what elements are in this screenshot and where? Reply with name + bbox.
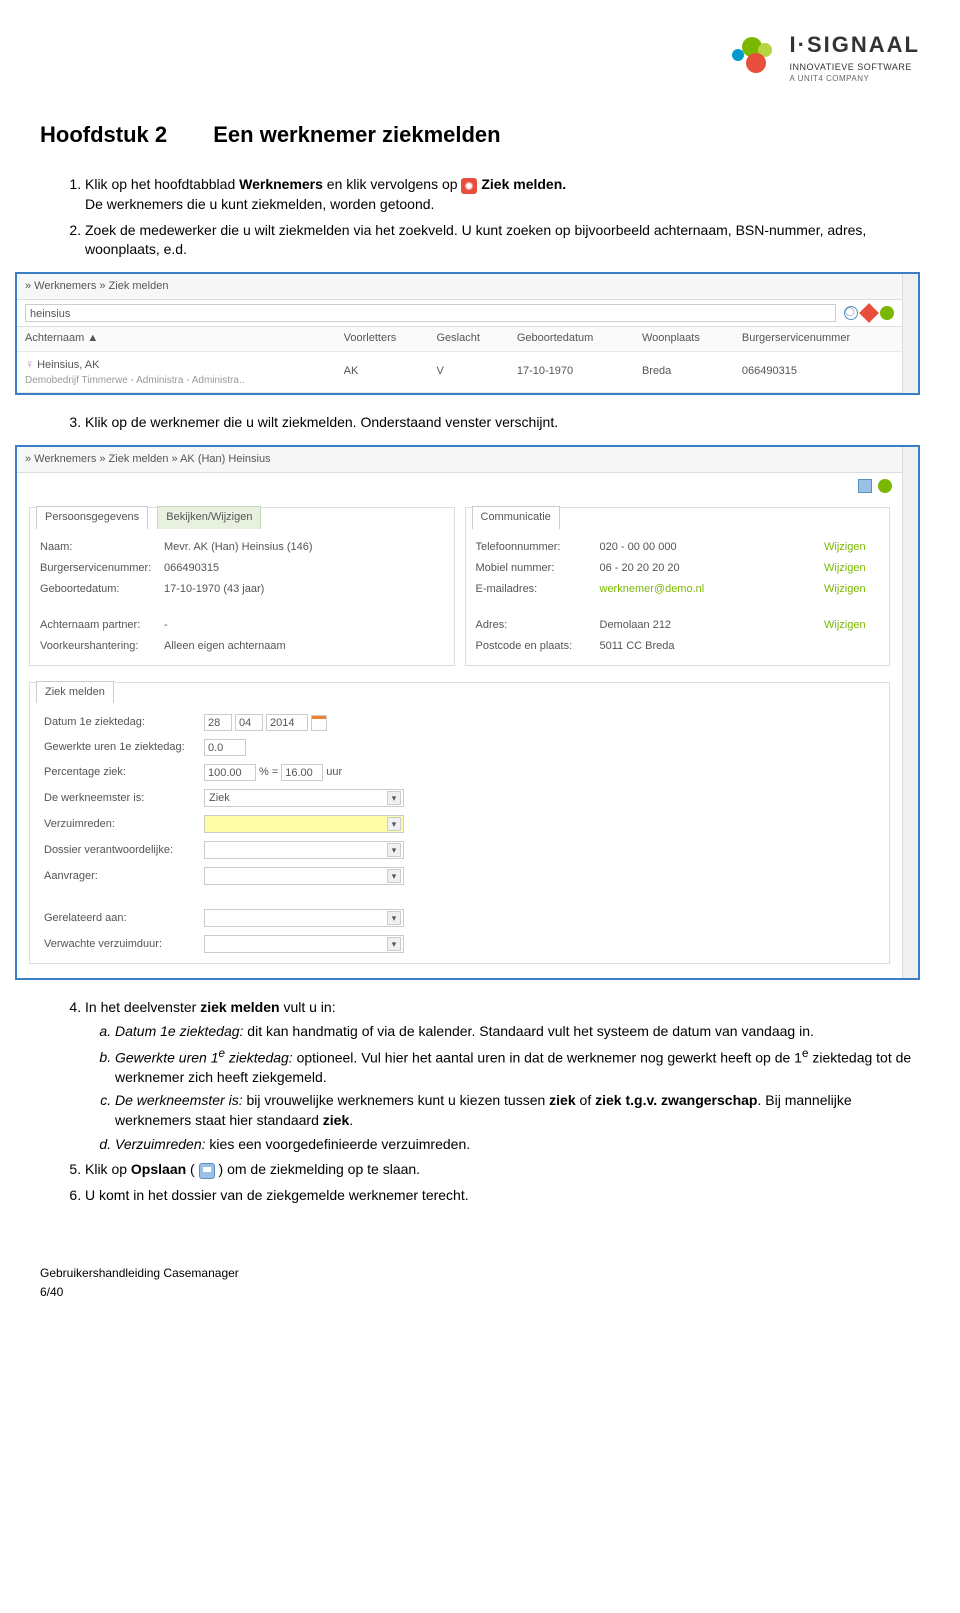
wijzigen-link[interactable]: Wijzigen <box>824 561 879 576</box>
step-6: U komt in het dossier van de ziekgemelde… <box>85 1186 920 1206</box>
chevron-down-icon: ▾ <box>387 817 401 831</box>
wijzigen-link[interactable]: Wijzigen <box>824 618 879 633</box>
screenshot-search-result: » Werknemers » Ziek melden heinsius Acht… <box>15 272 920 396</box>
day-input[interactable]: 28 <box>204 714 232 731</box>
instruction-list-cont: Klik op de werknemer die u wilt ziekmeld… <box>40 413 920 433</box>
breadcrumb: » Werknemers » Ziek melden <box>17 274 902 300</box>
save-icon[interactable] <box>858 479 872 493</box>
panel-persoonsgegevens: Persoonsgegevens Bekijken/Wijzigen Naam:… <box>29 507 455 665</box>
wijzigen-link[interactable]: Wijzigen <box>824 540 879 555</box>
step-4: In het deelvenster ziek melden vult u in… <box>85 998 920 1154</box>
hours-input[interactable]: 0.0 <box>204 739 246 756</box>
refresh-icon[interactable] <box>880 306 894 320</box>
chevron-down-icon: ▾ <box>387 911 401 925</box>
hours-calc: 16.00 <box>281 764 323 781</box>
step-5: Klik op Opslaan ( ) om de ziekmelding op… <box>85 1160 920 1180</box>
aanvrager-select[interactable]: ▾ <box>204 867 404 885</box>
scrollbar[interactable] <box>902 274 918 394</box>
col-woonplaats[interactable]: Woonplaats <box>634 327 734 351</box>
step-4a: Datum 1e ziektedag: dit kan handmatig of… <box>115 1022 920 1042</box>
logo-subtitle2: A UNIT4 COMPANY <box>790 73 920 84</box>
search-icon[interactable] <box>844 306 858 320</box>
breadcrumb: » Werknemers » Ziek melden » AK (Han) He… <box>17 447 902 473</box>
step-3: Klik op de werknemer die u wilt ziekmeld… <box>85 413 920 433</box>
footer: Gebruikershandleiding Casemanager 6/40 <box>40 1265 920 1301</box>
col-geslacht[interactable]: Geslacht <box>428 327 508 351</box>
tab-ziek-melden[interactable]: Ziek melden <box>36 681 114 703</box>
refresh-icon[interactable] <box>878 479 892 493</box>
page-title: Hoofdstuk 2 Een werknemer ziekmelden <box>40 120 920 151</box>
logo-mark-icon <box>732 37 782 77</box>
title-text: Een werknemer ziekmelden <box>213 122 500 147</box>
logo-text: I·SIGNAAL <box>790 30 920 61</box>
logo: I·SIGNAAL INNOVATIEVE SOFTWARE A UNIT4 C… <box>732 30 920 85</box>
col-achternaam[interactable]: Achternaam ▲ <box>17 327 336 351</box>
chevron-down-icon: ▾ <box>387 869 401 883</box>
col-geboortedatum[interactable]: Geboortedatum <box>509 327 634 351</box>
percent-input[interactable]: 100.00 <box>204 764 256 781</box>
dossier-select[interactable]: ▾ <box>204 841 404 859</box>
person-icon: ♀ <box>25 357 34 371</box>
calendar-icon[interactable] <box>311 715 327 731</box>
search-input[interactable]: heinsius <box>25 304 836 322</box>
step-2: Zoek de medewerker die u wilt ziekmelden… <box>85 221 920 260</box>
tab-communicatie[interactable]: Communicatie <box>472 506 560 528</box>
logo-subtitle: INNOVATIEVE SOFTWARE <box>790 61 920 74</box>
step-1: Klik op het hoofdtabblad Werknemers en k… <box>85 175 920 214</box>
verzuimreden-select[interactable]: ▾ <box>204 815 404 833</box>
scrollbar[interactable] <box>902 447 918 979</box>
gerelateerd-select[interactable]: ▾ <box>204 909 404 927</box>
chevron-down-icon: ▾ <box>387 843 401 857</box>
step-4b: Gewerkte uren 1e ziektedag: optioneel. V… <box>115 1046 920 1088</box>
page-number: 6/40 <box>40 1284 920 1301</box>
gem-icon[interactable] <box>859 303 879 323</box>
chevron-down-icon: ▾ <box>387 791 401 805</box>
year-input[interactable]: 2014 <box>266 714 308 731</box>
col-bsn[interactable]: Burgerservicenummer <box>734 327 902 351</box>
save-icon <box>199 1163 215 1179</box>
col-voorletters[interactable]: Voorletters <box>336 327 429 351</box>
tab-bekijken-wijzigen[interactable]: Bekijken/Wijzigen <box>157 506 261 528</box>
month-input[interactable]: 04 <box>235 714 263 731</box>
employee-table: Achternaam ▲ Voorletters Geslacht Geboor… <box>17 327 902 393</box>
instruction-list-cont2: In het deelvenster ziek melden vult u in… <box>40 998 920 1205</box>
logo-bar: I·SIGNAAL INNOVATIEVE SOFTWARE A UNIT4 C… <box>40 30 920 85</box>
chevron-down-icon: ▾ <box>387 937 401 951</box>
panel-ziek-melden: Ziek melden Datum 1e ziektedag: 28 04 20… <box>29 682 890 965</box>
panel-communicatie: Communicatie Telefoonnummer:020 - 00 00 … <box>465 507 891 665</box>
status-select[interactable]: Ziek▾ <box>204 789 404 807</box>
chapter-label: Hoofdstuk 2 <box>40 122 167 147</box>
step-4d: Verzuimreden: kies een voorgedefinieerde… <box>115 1135 920 1155</box>
step-4c: De werkneemster is: bij vrouwelijke werk… <box>115 1091 920 1130</box>
ziek-melden-icon <box>461 178 477 194</box>
wijzigen-link[interactable]: Wijzigen <box>824 582 879 597</box>
instruction-list: Klik op het hoofdtabblad Werknemers en k… <box>40 175 920 259</box>
verzuimduur-select[interactable]: ▾ <box>204 935 404 953</box>
screenshot-detail-form: » Werknemers » Ziek melden » AK (Han) He… <box>15 445 920 981</box>
table-row[interactable]: ♀ Heinsius, AK Demobedrijf Timmerwe - Ad… <box>17 351 902 393</box>
footer-title: Gebruikershandleiding Casemanager <box>40 1265 920 1282</box>
tab-persoonsgegevens[interactable]: Persoonsgegevens <box>36 506 148 528</box>
